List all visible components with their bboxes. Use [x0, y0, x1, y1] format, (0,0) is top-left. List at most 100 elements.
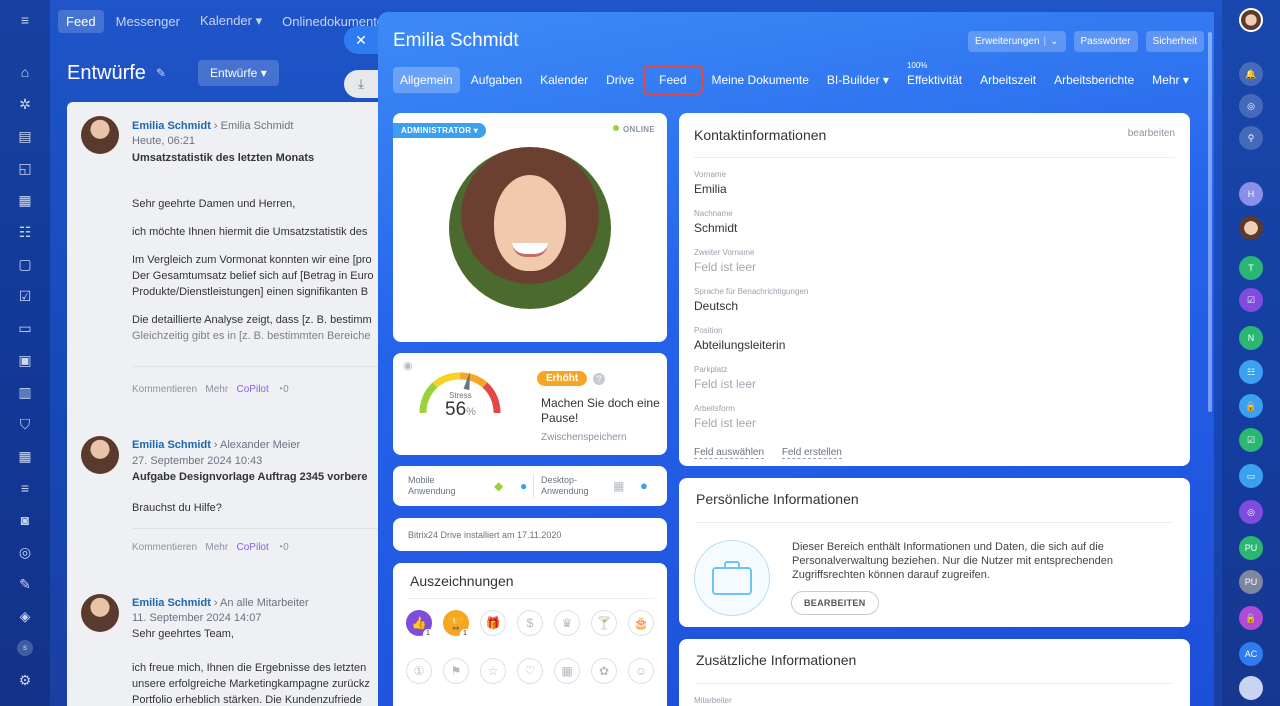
cart-icon[interactable]: ⛉ [17, 416, 33, 432]
task-icon[interactable]: ☑ [17, 288, 33, 304]
close-icon[interactable]: ✕ [344, 26, 378, 54]
chat-avatar[interactable]: PU [1239, 570, 1263, 594]
schedule-icon[interactable]: ▦ [17, 448, 33, 464]
chevron-down-icon[interactable]: ⌄ [1050, 36, 1058, 47]
post-author[interactable]: Emilia Schmidt [132, 597, 211, 609]
windows-icon[interactable]: ▦ [613, 479, 624, 493]
more-link[interactable]: Mehr [205, 542, 228, 553]
tab-work-time[interactable]: Arbeitszeit [973, 67, 1043, 93]
gift-icon[interactable]: 🎁 [480, 610, 506, 636]
copilot-link[interactable]: CoPilot [237, 542, 269, 553]
group-icon[interactable]: ☷ [1239, 360, 1263, 384]
tab-bi-builder[interactable]: BI-Builder ▾ [820, 67, 896, 93]
tab-efficiency[interactable]: 100% Effektivität [900, 61, 969, 93]
scrollbar[interactable] [1208, 32, 1212, 412]
task-icon[interactable]: ☑ [1239, 428, 1263, 452]
chat-avatar[interactable]: AC [1239, 642, 1263, 666]
security-button[interactable]: Sicherheit [1145, 31, 1204, 52]
drive-icon[interactable]: ▭ [17, 320, 33, 336]
search-icon[interactable]: ⚲ [1239, 126, 1263, 150]
save-link[interactable]: Zwischenspeichern [541, 432, 627, 443]
field-parking[interactable]: Parkplatz Feld ist leer [694, 365, 756, 391]
contact-edit-link[interactable]: bearbeiten [1128, 128, 1175, 139]
apple-icon[interactable]: ● [640, 478, 648, 493]
cocktail-icon[interactable]: 🍸 [591, 610, 617, 636]
store-icon[interactable]: ◈ [17, 608, 33, 624]
home-icon[interactable]: ⌂ [17, 64, 33, 80]
money-icon[interactable]: $ [517, 610, 543, 636]
minimize-icon[interactable]: ⤓ [344, 70, 378, 98]
feed-icon[interactable]: ▤ [17, 128, 33, 144]
tab-tasks[interactable]: Aufgaben [464, 67, 529, 93]
calendar-icon[interactable]: ▦ [554, 658, 580, 684]
group-icon[interactable]: ☷ [17, 224, 33, 240]
lock-icon[interactable]: 🔒 [1239, 606, 1263, 630]
bell-icon[interactable]: 🔔 [1239, 62, 1263, 86]
lock-icon[interactable]: 🔒 [1239, 394, 1263, 418]
avatar[interactable] [81, 116, 119, 154]
tab-work-reports[interactable]: Arbeitsberichte [1047, 67, 1141, 93]
user-avatar[interactable] [1239, 8, 1263, 32]
field-work-form[interactable]: Arbeitsform Feld ist leer [694, 404, 756, 430]
more-link[interactable]: Mehr [205, 384, 228, 395]
post-recipient[interactable]: Alexander Meier [220, 439, 300, 451]
select-field-link[interactable]: Feld auswählen [694, 447, 765, 459]
settings-icon[interactable]: ⚙ [17, 672, 33, 688]
number-one-icon[interactable]: ① [406, 658, 432, 684]
status-icon[interactable]: s [17, 640, 33, 656]
like-award-icon[interactable]: 👍 1 [406, 610, 433, 639]
star-icon[interactable]: ☆ [480, 658, 506, 684]
chat-avatar[interactable]: H [1239, 182, 1263, 206]
comment-link[interactable]: Kommentieren [132, 542, 197, 553]
robot-icon[interactable]: ◙ [17, 512, 33, 528]
android-icon[interactable]: ◆ [494, 479, 503, 493]
user-avatar[interactable] [1239, 676, 1263, 700]
board-icon[interactable]: ▣ [17, 352, 33, 368]
task-icon[interactable]: ☑ [1239, 288, 1263, 312]
chat-icon[interactable]: ◱ [17, 160, 33, 176]
appstore-icon[interactable]: ● [520, 479, 527, 493]
nav-messenger[interactable]: Messenger [108, 10, 188, 33]
profile-photo[interactable] [449, 147, 611, 309]
tab-general[interactable]: Allgemein [393, 67, 460, 93]
nav-calendar[interactable]: Kalender ▾ [192, 9, 270, 33]
chat-icon[interactable]: ▭ [1239, 464, 1263, 488]
post-author[interactable]: Emilia Schmidt [132, 439, 211, 451]
filter-icon[interactable]: ≡ [17, 480, 33, 496]
post-recipient[interactable]: Emilia Schmidt [221, 120, 294, 132]
analytics-icon[interactable]: ▥ [17, 384, 33, 400]
extensions-button[interactable]: Erweiterungen | ⌄ [968, 31, 1066, 52]
crown-icon[interactable]: ♛ [554, 610, 580, 636]
help-icon[interactable]: ? [593, 373, 605, 385]
tab-feed[interactable]: Feed [643, 65, 703, 95]
target-icon[interactable]: ◎ [17, 544, 33, 560]
cup-award-icon[interactable]: 🏆 1 [443, 610, 470, 639]
nav-feed[interactable]: Feed [58, 9, 104, 33]
tab-more[interactable]: Mehr ▾ [1145, 67, 1196, 93]
chat-avatar[interactable] [1239, 216, 1263, 240]
field-middle-name[interactable]: Zweiter Vorname Feld ist leer [694, 248, 756, 274]
chat-avatar[interactable]: N [1239, 326, 1263, 350]
field-first-name[interactable]: Vorname Emilia [694, 170, 727, 196]
role-tag[interactable]: ADMINISTRATOR ▾ [393, 123, 487, 138]
eye-icon[interactable]: ◉ [403, 359, 413, 372]
copilot-icon[interactable]: ◎ [1239, 94, 1263, 118]
post-recipient[interactable]: An alle Mitarbeiter [220, 597, 309, 609]
field-language[interactable]: Sprache für Benachrichtigungen Deutsch [694, 287, 808, 313]
flag-icon[interactable]: ⚑ [443, 658, 469, 684]
avatar[interactable] [81, 436, 119, 474]
tab-drive[interactable]: Drive [599, 67, 641, 93]
drafts-dropdown[interactable]: Entwürfe ▾ [198, 60, 279, 86]
field-last-name[interactable]: Nachname Schmidt [694, 209, 737, 235]
menu-icon[interactable]: ≡ [17, 12, 33, 28]
flower-icon[interactable]: ✿ [591, 658, 617, 684]
copilot-icon[interactable]: ◎ [1239, 500, 1263, 524]
chat-avatar[interactable]: PU [1239, 536, 1263, 560]
pencil-icon[interactable]: ✎ [156, 66, 166, 80]
tab-calendar[interactable]: Kalender [533, 67, 595, 93]
passwords-button[interactable]: Passwörter [1073, 31, 1138, 52]
chat-avatar[interactable]: T [1239, 256, 1263, 280]
heart-icon[interactable]: ♡ [517, 658, 543, 684]
edit-button[interactable]: BEARBEITEN [791, 591, 879, 615]
smile-icon[interactable]: ☺ [628, 658, 654, 684]
